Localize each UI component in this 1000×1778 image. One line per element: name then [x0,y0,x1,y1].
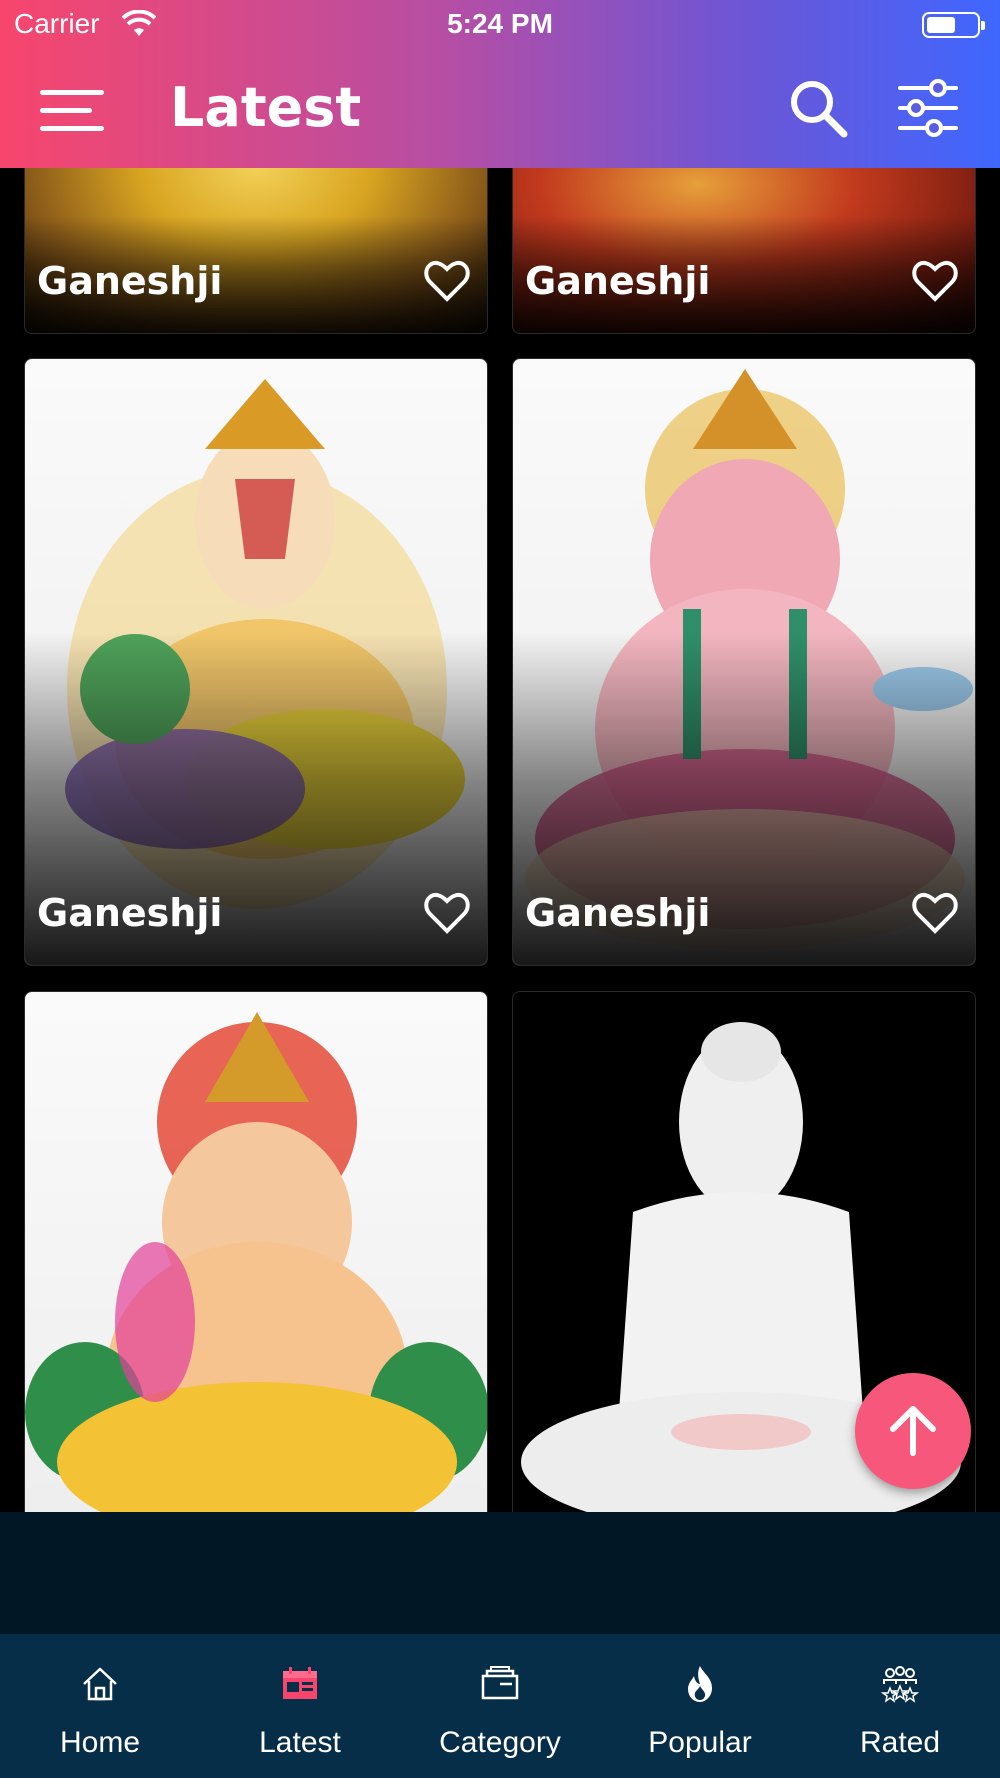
wallpaper-card[interactable]: Ganeshji [512,358,976,966]
ad-space [0,1512,1000,1634]
tab-label: Popular [648,1726,752,1759]
tab-latest[interactable]: Latest [200,1634,400,1778]
tab-label: Rated [859,1726,941,1759]
page-title: Latest [170,76,362,139]
wallpaper-card[interactable]: Ganeshji [24,358,488,966]
tab-popular[interactable]: Popular [600,1634,800,1778]
tab-category[interactable]: Category [400,1634,600,1778]
tab-home[interactable]: Home [0,1634,200,1778]
wallpaper-image [25,992,487,1512]
heart-icon[interactable] [911,891,959,935]
wallpaper-card[interactable] [24,991,488,1512]
card-title: Ganeshji [525,891,711,935]
tab-rated[interactable]: Rated [800,1634,1000,1778]
battery-icon [922,12,985,38]
clock: 5:24 PM [447,8,553,39]
menu-icon [40,90,104,95]
popular-icon [688,1666,712,1702]
menu-button[interactable] [40,84,112,138]
heart-icon[interactable] [423,891,471,935]
card-title: Ganeshji [37,891,223,935]
app-header: Carrier 5:24 PM Latest [0,0,1000,168]
tab-label: Category [439,1726,561,1759]
card-title: Ganeshji [525,259,711,303]
card-title: Ganeshji [37,259,223,303]
ganesha-illustration [25,1012,487,1512]
arrow-up-icon [890,1406,936,1456]
scroll-to-top-button[interactable] [855,1373,971,1489]
latest-icon [283,1667,317,1699]
bottom-tab-bar: Home Latest Category Popular Rated [0,1634,1000,1778]
screen: Ganeshji Ganeshji Ganeshji Ganeshji Carr… [0,0,1000,1778]
home-icon [83,1667,117,1701]
tab-label: Latest [259,1726,341,1759]
heart-icon[interactable] [423,259,471,303]
rated-icon [880,1666,920,1703]
category-icon [481,1666,519,1700]
tab-label: Home [59,1726,141,1759]
filter-icon[interactable] [896,78,960,138]
status-bar: Carrier 5:24 PM [0,0,1000,50]
search-icon[interactable] [786,76,850,140]
heart-icon[interactable] [911,259,959,303]
wallpaper-grid[interactable]: Ganeshji Ganeshji Ganeshji Ganeshji [0,0,1000,1512]
